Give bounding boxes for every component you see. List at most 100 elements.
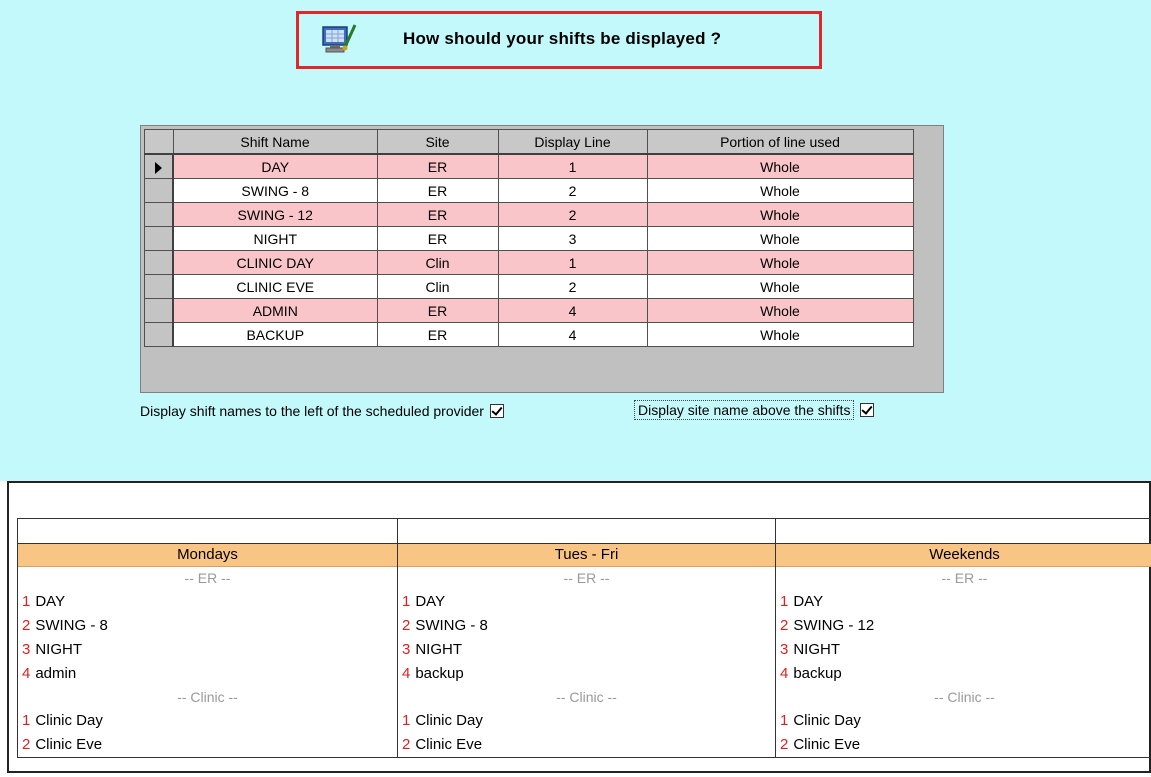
shift-line: 4 backup: [776, 662, 1151, 686]
table-row[interactable]: SWING - 12 ER 2 Whole: [144, 202, 914, 227]
cell-site[interactable]: ER: [376, 202, 499, 227]
row-selector[interactable]: [144, 178, 174, 203]
column-header-site[interactable]: Site: [376, 129, 499, 155]
preview-column-mondays: Mondays -- ER -- 1 DAY 2 SWING - 8 3 NIGHT …: [18, 519, 397, 757]
line-number: 1: [780, 593, 789, 610]
row-selector[interactable]: [144, 250, 174, 275]
cell-shift-name[interactable]: ADMIN: [172, 298, 378, 323]
preview-grid: Mondays -- ER -- 1 DAY 2 SWING - 8 3 NIGHT …: [17, 518, 1151, 758]
cell-shift-name[interactable]: BACKUP: [172, 322, 378, 347]
line-number: 2: [402, 617, 411, 634]
cell-site[interactable]: Clin: [376, 274, 499, 299]
site-name-above-checkbox[interactable]: [860, 403, 875, 417]
cell-display-line[interactable]: 1: [497, 153, 648, 179]
cell-display-line[interactable]: 2: [497, 202, 648, 227]
shift-line: 3 NIGHT: [776, 638, 1151, 662]
shift-line: 1 DAY: [776, 590, 1151, 614]
row-selector[interactable]: [144, 322, 174, 347]
shift-text: DAY: [415, 593, 446, 610]
site-group-label: -- Clinic --: [934, 689, 995, 705]
shift-line: 3 NIGHT: [18, 638, 397, 662]
current-row-arrow-icon: [155, 161, 162, 174]
row-selector[interactable]: [144, 226, 174, 251]
cell-site[interactable]: ER: [376, 178, 499, 203]
cell-shift-name[interactable]: DAY: [172, 153, 378, 179]
schedule-preview: Mondays -- ER -- 1 DAY 2 SWING - 8 3 NIGHT …: [7, 481, 1151, 773]
cell-display-line[interactable]: 2: [497, 274, 648, 299]
shift-text: DAY: [35, 593, 66, 610]
preview-column-tues-fri: Tues - Fri -- ER -- 1 DAY 2 SWING - 8 3 NIG…: [397, 519, 775, 757]
line-number: 2: [22, 736, 31, 753]
cell-site[interactable]: ER: [376, 298, 499, 323]
cell-portion[interactable]: Whole: [646, 298, 914, 323]
line-number: 4: [402, 665, 411, 682]
shift-text: NIGHT: [415, 641, 463, 658]
cell-portion[interactable]: Whole: [646, 226, 914, 251]
cell-display-line[interactable]: 2: [497, 178, 648, 203]
cell-site[interactable]: ER: [376, 226, 499, 251]
row-selector[interactable]: [144, 298, 174, 323]
shift-line: 2 Clinic Eve: [18, 733, 397, 757]
line-number: 4: [22, 665, 31, 682]
cell-site[interactable]: ER: [376, 322, 499, 347]
shift-line: 2 SWING - 8: [398, 614, 775, 638]
option-site-name-above[interactable]: Display site name above the shifts: [634, 400, 875, 420]
line-number: 2: [780, 736, 789, 753]
cell-portion[interactable]: Whole: [646, 153, 914, 179]
column-header-display-line[interactable]: Display Line: [497, 129, 648, 155]
cell-shift-name[interactable]: SWING - 12: [172, 202, 378, 227]
shift-text: NIGHT: [793, 641, 841, 658]
cell-shift-name[interactable]: NIGHT: [172, 226, 378, 251]
shift-text: Clinic Eve: [35, 736, 103, 753]
shift-names-left-checkbox[interactable]: [489, 404, 504, 418]
line-number: 1: [780, 712, 789, 729]
shift-text: DAY: [793, 593, 824, 610]
cell-display-line[interactable]: 4: [497, 298, 648, 323]
cell-display-line[interactable]: 1: [497, 250, 648, 275]
header-box: How should your shifts be displayed ?: [296, 11, 822, 69]
table-row[interactable]: CLINIC DAY Clin 1 Whole: [144, 250, 914, 275]
site-group-label: -- ER --: [563, 570, 610, 586]
option-shift-names-left-label: Display shift names to the left of the s…: [140, 403, 484, 419]
table-row[interactable]: DAY ER 1 Whole: [144, 153, 914, 179]
line-number: 2: [22, 617, 31, 634]
shift-line: 1 DAY: [398, 590, 775, 614]
cell-portion[interactable]: Whole: [646, 322, 914, 347]
preview-column-weekends: Weekends -- ER -- 1 DAY 2 SWING - 12 3 NIGH…: [775, 519, 1151, 757]
table-row[interactable]: NIGHT ER 3 Whole: [144, 226, 914, 251]
table-row[interactable]: ADMIN ER 4 Whole: [144, 298, 914, 323]
table-row[interactable]: SWING - 8 ER 2 Whole: [144, 178, 914, 203]
cell-shift-name[interactable]: CLINIC DAY: [172, 250, 378, 275]
cell-portion[interactable]: Whole: [646, 178, 914, 203]
shift-line: 2 Clinic Eve: [776, 733, 1151, 757]
page-title: How should your shifts be displayed ?: [403, 29, 722, 48]
line-number: 1: [22, 712, 31, 729]
cell-display-line[interactable]: 4: [497, 322, 648, 347]
shift-line: 4 admin: [18, 662, 397, 686]
cell-shift-name[interactable]: SWING - 8: [172, 178, 378, 203]
line-number: 3: [22, 641, 31, 658]
site-group-label: -- Clinic --: [177, 689, 238, 705]
cell-portion[interactable]: Whole: [646, 250, 914, 275]
cell-site[interactable]: Clin: [376, 250, 499, 275]
column-header-portion[interactable]: Portion of line used: [646, 129, 914, 155]
day-label: Tues - Fri: [398, 544, 775, 567]
row-selector[interactable]: [144, 153, 174, 179]
line-number: 2: [780, 617, 789, 634]
option-shift-names-left[interactable]: Display shift names to the left of the s…: [140, 403, 504, 419]
shift-line: 2 SWING - 8: [18, 614, 397, 638]
row-selector[interactable]: [144, 274, 174, 299]
column-header-shift-name[interactable]: Shift Name: [172, 129, 378, 155]
cell-shift-name[interactable]: CLINIC EVE: [172, 274, 378, 299]
shift-display-grid[interactable]: Shift Name Site Display Line Portion of …: [140, 125, 944, 393]
day-label: Mondays: [18, 544, 397, 567]
table-row[interactable]: BACKUP ER 4 Whole: [144, 322, 914, 347]
cell-portion[interactable]: Whole: [646, 202, 914, 227]
cell-portion[interactable]: Whole: [646, 274, 914, 299]
cell-site[interactable]: ER: [376, 153, 499, 179]
column-blank-header: [776, 519, 1151, 544]
shift-line: 2 SWING - 12: [776, 614, 1151, 638]
cell-display-line[interactable]: 3: [497, 226, 648, 251]
row-selector[interactable]: [144, 202, 174, 227]
table-row[interactable]: CLINIC EVE Clin 2 Whole: [144, 274, 914, 299]
